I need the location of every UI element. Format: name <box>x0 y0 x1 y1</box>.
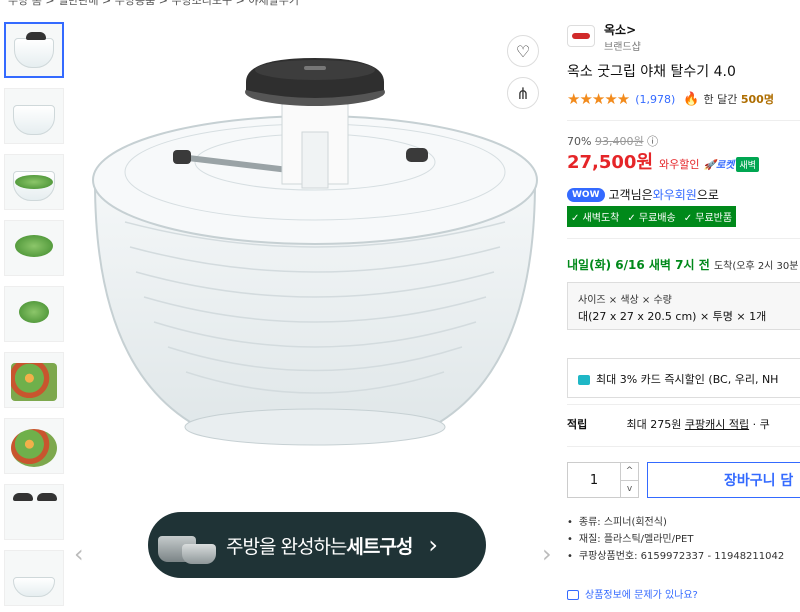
wow-text-after: 으로 <box>696 188 719 202</box>
divider <box>567 120 800 121</box>
info-icon[interactable]: ⓘ <box>647 135 658 148</box>
report-text: 상품정보에 문제가 있나요? <box>585 590 698 601</box>
price-row: 27,500원 와우할인 🚀로켓 새벽 <box>567 148 759 174</box>
option-header: 사이즈 × 색상 × 수량 <box>578 295 672 306</box>
review-count-link[interactable]: (1,978) <box>635 93 675 106</box>
set-composition-banner[interactable]: 주방을 완성하는세트구성 › <box>148 512 486 578</box>
spec-item: 종류: 스피너(회전식) <box>567 513 784 528</box>
card-discount-text: 최대 3% 카드 즉시할인 (BC, 우리, NH <box>596 373 779 386</box>
benefit-badges: ✓ 새벽도착 ✓ 무료배송 ✓ 무료반품 <box>567 206 737 227</box>
rocket-delivery-badge: 🚀로켓 <box>703 160 735 171</box>
coupang-cash-link[interactable]: 쿠팡캐시 적립 <box>685 418 749 431</box>
delivery-date: 내일(화) 6/16 새벽 7시 전 <box>567 258 710 272</box>
prev-image-icon[interactable]: ‹ <box>74 540 84 568</box>
product-title: 옥소 굿그립 야채 탈수기 4.0 <box>567 64 736 80</box>
next-image-icon[interactable]: › <box>542 540 552 568</box>
discount-row: 70% 93,400원 ⓘ <box>567 133 658 149</box>
star-rating: ★★★★★ <box>567 90 630 108</box>
wow-member-link[interactable]: 와우회원 <box>653 186 697 203</box>
brand-shop-label: 브랜드샵 <box>604 42 641 53</box>
cash-label: 적립 <box>567 418 588 431</box>
cash-amount: 최대 275원 <box>626 418 682 431</box>
delivery-time: 도착(오후 2시 30분 <box>713 261 799 272</box>
thumbnail-6[interactable] <box>4 352 64 408</box>
brand-logo[interactable] <box>567 25 595 47</box>
discount-rate: 70% <box>567 135 592 148</box>
wow-member-row: WOW 고객님은 와우회원 으로 <box>567 186 719 203</box>
banner-text: 주방을 완성하는세트구성 <box>226 535 413 558</box>
card-icon <box>578 375 590 385</box>
thumbnail-list <box>4 22 66 612</box>
delivery-estimate: 내일(화) 6/16 새벽 7시 전 도착(오후 2시 30분 <box>567 256 798 273</box>
thumbnail-1[interactable] <box>4 22 64 78</box>
divider <box>567 446 800 447</box>
card-discount-box[interactable]: 최대 3% 카드 즉시할인 (BC, 우리, NH <box>567 358 800 398</box>
thumbnail-3[interactable] <box>4 154 64 210</box>
original-price: 93,400원 <box>594 135 644 148</box>
quantity-down-icon[interactable]: v <box>621 481 638 498</box>
cookware-image <box>152 520 222 570</box>
report-issue-link[interactable]: 상품정보에 문제가 있나요? <box>567 586 698 601</box>
wow-badge: WOW <box>567 187 605 202</box>
thumbnail-7[interactable] <box>4 418 64 474</box>
benefit-dawn-arrival: ✓ 새벽도착 <box>571 213 620 224</box>
cash-reward-row: 적립 최대 275원 쿠팡캐시 적립 · 쿠 <box>567 416 770 432</box>
spec-item: 쿠팡상품번호: 6159972337 - 11948211042 <box>567 547 784 562</box>
option-selector[interactable]: 사이즈 × 색상 × 수량 대(27 x 27 x 20.5 cm) × 투명 … <box>567 282 800 330</box>
spec-list: 종류: 스피너(회전식) 재질: 플라스틱/멜라민/PET 쿠팡상품번호: 61… <box>567 513 784 564</box>
wow-discount-label: 와우할인 <box>659 158 700 171</box>
sale-price: 27,500원 <box>567 152 654 173</box>
quantity-up-icon[interactable]: ^ <box>621 463 638 481</box>
thumbnail-4[interactable] <box>4 220 64 276</box>
heart-icon: ♡ <box>515 41 531 61</box>
breadcrumb[interactable]: 주방 홈 > 일반판매 > 주방용품 > 주방조리도구 > 야채탈수기 <box>8 0 299 8</box>
benefit-free-shipping: ✓ 무료배송 <box>627 213 676 224</box>
salad-spinner-image <box>92 58 538 446</box>
hot-icon: 🔥 <box>683 91 700 107</box>
divider <box>567 238 800 239</box>
divider <box>567 404 800 405</box>
share-button[interactable]: ⋔ <box>507 77 539 109</box>
chevron-right-icon: › <box>428 531 438 559</box>
wishlist-heart-button[interactable]: ♡ <box>507 35 539 67</box>
thumbnail-2[interactable] <box>4 88 64 144</box>
quantity-stepper[interactable]: 1 ^ v <box>567 462 639 498</box>
option-value: 대(27 x 27 x 20.5 cm) × 투명 × 1개 <box>578 310 767 323</box>
quantity-input[interactable]: 1 <box>568 463 620 497</box>
wow-text: 고객님은 <box>608 188 653 202</box>
thumbnail-8[interactable] <box>4 484 64 540</box>
cash-rest: · 쿠 <box>752 418 770 431</box>
dawn-delivery-badge: 새벽 <box>736 157 759 172</box>
spec-item: 재질: 플라스틱/멜라민/PET <box>567 530 784 545</box>
add-to-cart-button[interactable]: 장바구니 담 <box>647 462 800 498</box>
rating-row: ★★★★★ (1,978) 🔥 한 달간 500명 <box>567 90 774 108</box>
brand-name-link[interactable]: 옥소> <box>604 21 636 38</box>
monthly-sales: 한 달간 500명 <box>703 93 774 106</box>
share-icon: ⋔ <box>516 83 530 103</box>
benefit-free-return: ✓ 무료반품 <box>683 213 733 224</box>
report-icon <box>567 590 579 600</box>
thumbnail-9[interactable] <box>4 550 64 606</box>
thumbnail-5[interactable] <box>4 286 64 342</box>
